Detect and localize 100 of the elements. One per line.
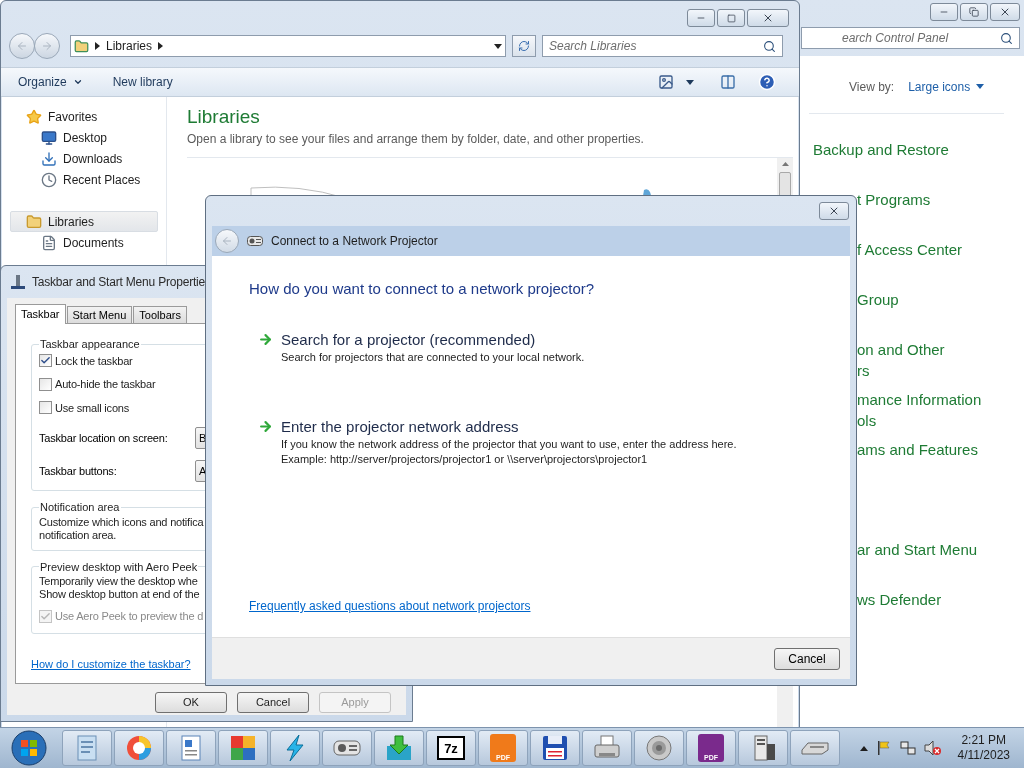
grid-icon [229, 734, 257, 762]
muted-speaker-icon[interactable] [923, 740, 942, 756]
close-icon [828, 205, 840, 217]
close-button[interactable] [819, 202, 849, 220]
folder-icon [74, 38, 89, 54]
document-icon [41, 234, 57, 251]
clock[interactable]: 2:21 PM 4/11/2023 [957, 733, 1010, 763]
projector-icon [333, 738, 361, 758]
maximize-button[interactable] [717, 9, 745, 27]
taskbar-button[interactable] [322, 730, 372, 766]
address-bar[interactable]: Libraries [70, 35, 506, 57]
clock-date: 4/11/2023 [957, 748, 1010, 763]
refresh-button[interactable] [512, 35, 536, 57]
ring-icon [125, 734, 153, 762]
toolbar-button[interactable]: New library [112, 73, 173, 91]
restore-icon [969, 7, 979, 17]
taskbar-button[interactable] [634, 730, 684, 766]
restore-button[interactable] [960, 3, 988, 21]
taskbar-button[interactable] [270, 730, 320, 766]
taskbar-button[interactable] [114, 730, 164, 766]
checkbox[interactable] [39, 354, 52, 368]
download-icon [41, 150, 57, 167]
preview-pane-icon[interactable] [720, 74, 736, 90]
document-icon [178, 734, 204, 762]
caret-icon [976, 84, 985, 89]
caret-icon [72, 77, 83, 87]
control-panel-link[interactable]: Backup and Restore [809, 139, 1024, 189]
keyboard-icon [800, 740, 830, 756]
dialog-title: Connect to a Network Projector [271, 233, 438, 250]
taskbar-button[interactable] [218, 730, 268, 766]
dialog-button[interactable]: Cancel [237, 692, 309, 713]
nav-item[interactable]: Libraries [10, 211, 158, 232]
windows-logo-icon [11, 730, 47, 766]
search-field[interactable]: Search Libraries [542, 35, 783, 57]
maximize-icon [726, 13, 736, 23]
archive-label: 7z [437, 736, 465, 760]
back-button[interactable] [215, 229, 239, 253]
dropdown-caret-icon [494, 43, 502, 49]
back-button[interactable] [9, 33, 35, 59]
close-icon [762, 12, 774, 24]
option-description: If you know the network address of the projector that you want to use, enter the address here. Example: http://server/projectors/projector1 or \\server\projectors\projector1 [281, 436, 737, 467]
view-by-dropdown[interactable]: Large icons [908, 77, 985, 96]
option-title: Enter the projector network address [281, 416, 520, 436]
clock-icon [41, 171, 57, 188]
help-icon[interactable] [758, 73, 776, 91]
faq-link[interactable]: Frequently asked questions about network projectors [249, 597, 531, 615]
group-title: Notification area [39, 500, 121, 515]
tab[interactable]: Taskbar [15, 304, 66, 324]
checkbox[interactable] [39, 401, 52, 415]
refresh-icon [518, 40, 530, 52]
taskbar-button[interactable] [166, 730, 216, 766]
view-by-label: View by: [849, 78, 895, 96]
taskbar-settings-icon [10, 274, 26, 290]
view-icon[interactable] [658, 74, 674, 90]
arrow-icon [258, 418, 273, 434]
dialog-question: How do you want to connect to a network projector? [249, 279, 596, 299]
nav-item[interactable]: Desktop [10, 127, 158, 148]
group-description: Customize which icons and notifica notification area. [39, 515, 205, 542]
taskbar-button[interactable] [530, 730, 580, 766]
dropdown-caret-icon[interactable] [686, 79, 694, 85]
flag-icon[interactable] [875, 740, 892, 756]
back-arrow-icon [221, 235, 233, 247]
search-field[interactable]: earch Control Panel [801, 27, 1020, 49]
forward-button[interactable] [34, 33, 60, 59]
close-button[interactable] [990, 3, 1020, 21]
nav-item[interactable]: Favorites [10, 106, 158, 127]
checkbox-label: Lock the taskbar [55, 353, 133, 369]
download-icon [385, 734, 413, 762]
taskbar-button[interactable] [582, 730, 632, 766]
network-icon[interactable] [899, 740, 916, 756]
notepad-icon [74, 734, 100, 762]
checkbox-label: Use Aero Peek to preview the d [55, 609, 204, 624]
nav-item[interactable]: Recent Places [10, 169, 158, 190]
cancel-button[interactable]: Cancel [774, 647, 840, 670]
field-label: Taskbar buttons: [39, 463, 118, 479]
printer-icon [593, 735, 621, 761]
chevron-icon [158, 42, 164, 50]
tab[interactable]: Start Menu [66, 306, 133, 323]
window-title: Taskbar and Start Menu Propertie [32, 274, 206, 291]
checkbox-label: Use small icons [55, 400, 130, 416]
clock-time: 2:21 PM [961, 733, 1007, 748]
minimize-button[interactable] [687, 9, 715, 27]
minimize-button[interactable] [930, 3, 958, 21]
option-description: Search for projectors that are connected to your local network. [281, 349, 585, 365]
tab[interactable]: Toolbars [133, 306, 187, 323]
option-link[interactable]: Search for a projector (recommended) Search for projectors that are connected to your local network. [249, 329, 749, 365]
dialog-button[interactable]: OK [155, 692, 227, 713]
toolbar-button[interactable]: Organize [18, 73, 83, 91]
show-hidden-icons-arrow[interactable] [859, 745, 868, 751]
scroll-up-arrow-icon[interactable] [781, 162, 789, 166]
group-title: Preview desktop with Aero Peek [39, 559, 199, 575]
speaker-icon [645, 734, 673, 762]
taskbar-button[interactable] [738, 730, 788, 766]
nav-item[interactable]: Downloads [10, 148, 158, 169]
checkbox[interactable] [39, 377, 52, 391]
nav-item[interactable]: Documents [10, 232, 158, 253]
chevron-icon [95, 42, 100, 50]
address-segment[interactable]: Libraries [106, 37, 153, 55]
monitor-icon [41, 129, 57, 146]
taskbar-button[interactable]: 7z [426, 730, 476, 766]
